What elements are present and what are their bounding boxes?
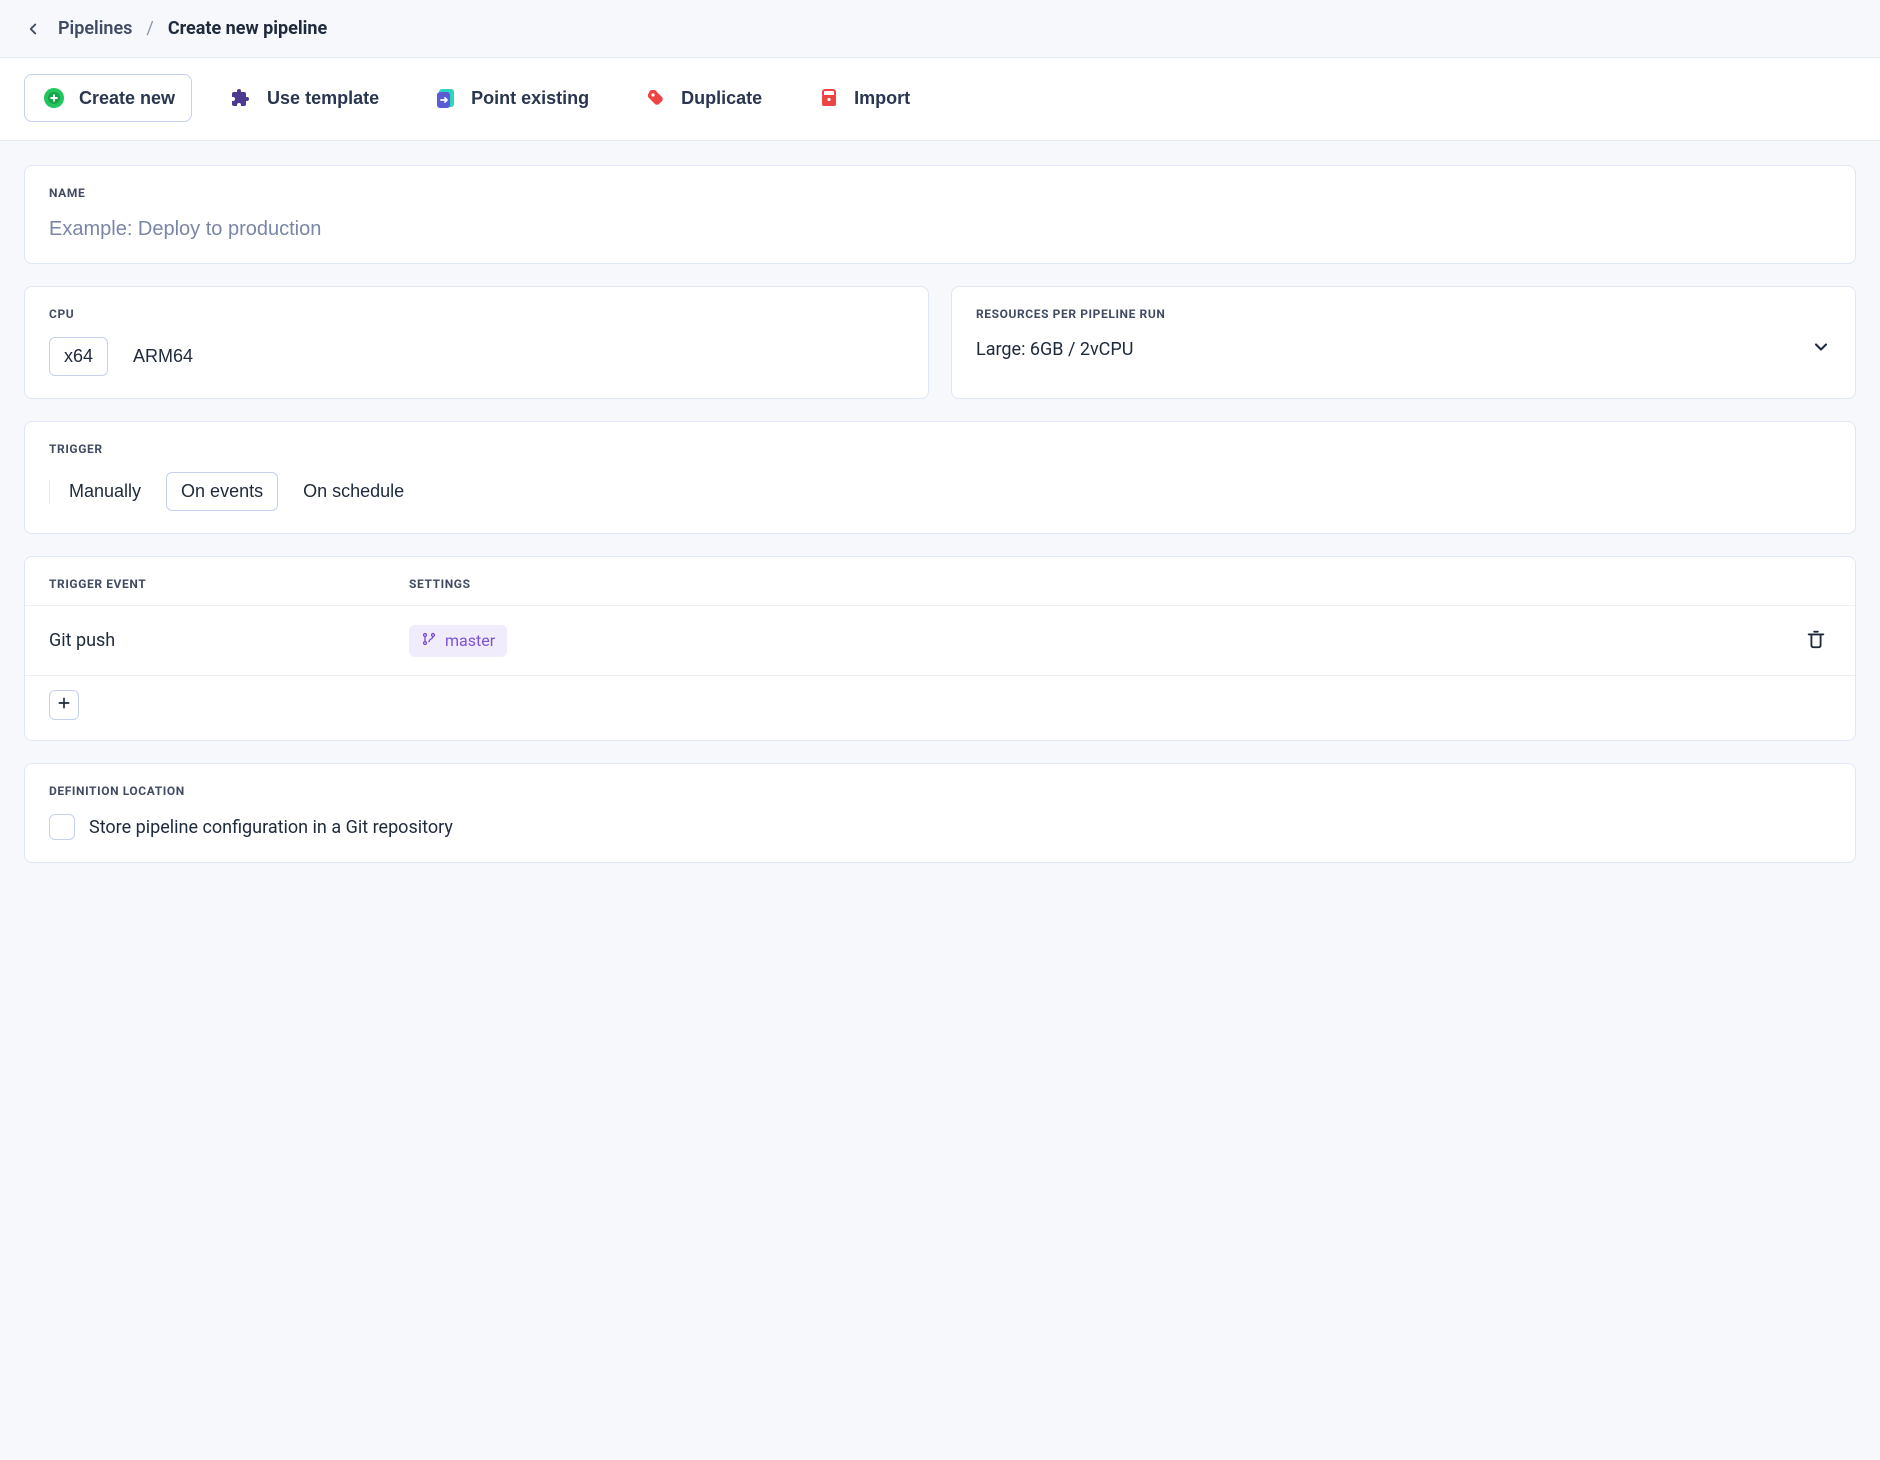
tab-label: Point existing [471,88,589,109]
name-panel: NAME [24,165,1856,264]
back-button[interactable] [24,20,42,38]
trigger-label: TRIGGER [49,442,1831,456]
pipeline-name-input[interactable] [49,218,1831,241]
cpu-panel: CPU x64 ARM64 [24,286,929,399]
resources-select[interactable]: Large: 6GB / 2vCPU [976,337,1831,361]
plus-icon [56,694,72,717]
tab-create-new[interactable]: Create new [24,74,192,122]
trigger-event-name: Git push [49,630,409,651]
trigger-event-header: TRIGGER EVENT [49,577,409,591]
plus-circle-icon [41,85,67,111]
segment-divider [49,480,50,504]
resources-label: RESOURCES PER PIPELINE RUN [976,307,1831,321]
breadcrumb-current: Create new pipeline [168,18,327,39]
tag-icon [643,85,669,111]
box-import-icon [816,85,842,111]
tab-use-template[interactable]: Use template [212,74,396,122]
store-config-checkbox[interactable] [49,814,75,840]
trigger-event-row[interactable]: Git push master [25,605,1855,675]
trash-icon [1805,638,1827,653]
definition-location-panel: DEFINITION LOCATION Store pipeline confi… [24,763,1856,863]
cpu-option-x64[interactable]: x64 [49,337,108,376]
tab-label: Use template [267,88,379,109]
tab-label: Create new [79,88,175,109]
resources-panel: RESOURCES PER PIPELINE RUN Large: 6GB / … [951,286,1856,399]
trigger-option-on-events[interactable]: On events [166,472,278,511]
breadcrumb: Pipelines / Create new pipeline [58,18,327,39]
form-content: NAME CPU x64 ARM64 RESOURCES PER PIPELIN… [0,141,1880,887]
cpu-label: CPU [49,307,904,321]
puzzle-icon [229,85,255,111]
tab-point-existing[interactable]: Point existing [416,74,606,122]
resources-value: Large: 6GB / 2vCPU [976,339,1133,360]
page-header: Pipelines / Create new pipeline [0,0,1880,58]
trigger-option-on-schedule[interactable]: On schedule [288,472,419,511]
git-branch-icon [421,631,437,651]
tab-import[interactable]: Import [799,74,927,122]
chevron-down-icon [1811,337,1831,361]
file-arrow-icon [433,85,459,111]
name-label: NAME [49,186,1831,200]
cpu-option-arm64[interactable]: ARM64 [118,337,208,376]
tab-duplicate[interactable]: Duplicate [626,74,779,122]
store-config-label: Store pipeline configuration in a Git re… [89,817,453,838]
trigger-option-manually[interactable]: Manually [54,472,156,511]
tab-label: Import [854,88,910,109]
definition-location-label: DEFINITION LOCATION [49,784,1831,798]
breadcrumb-separator: / [146,18,153,39]
breadcrumb-parent-link[interactable]: Pipelines [58,18,132,39]
trigger-events-panel: TRIGGER EVENT SETTINGS Git push master [24,556,1856,741]
branch-chip[interactable]: master [409,625,507,657]
cpu-segmented-control: x64 ARM64 [49,337,904,376]
trigger-segmented-control: Manually On events On schedule [49,472,1831,511]
trigger-panel: TRIGGER Manually On events On schedule [24,421,1856,534]
tab-label: Duplicate [681,88,762,109]
add-trigger-event-button[interactable] [49,690,79,720]
delete-trigger-button[interactable] [1801,624,1831,657]
branch-chip-label: master [445,631,495,650]
creation-mode-tabs: Create new Use template Point existing D… [0,58,1880,141]
trigger-settings-header: SETTINGS [409,577,471,591]
